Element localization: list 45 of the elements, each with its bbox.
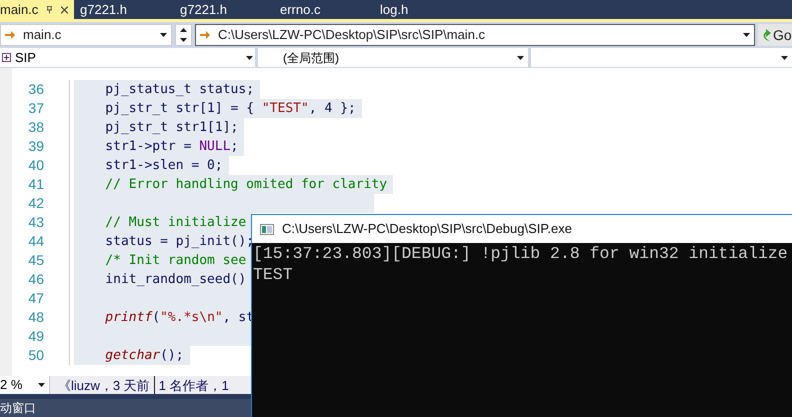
line-number: 39: [27, 137, 44, 156]
project-dropdown[interactable]: SIP: [0, 48, 255, 67]
file-dropdown[interactable]: main.c: [0, 24, 172, 46]
close-icon[interactable]: [61, 6, 68, 14]
file-tab[interactable]: log.h: [374, 0, 474, 19]
go-button[interactable]: Go: [758, 24, 792, 46]
line-number: 41: [27, 175, 44, 194]
line-number: 37: [27, 99, 44, 118]
scope-dropdown[interactable]: (全局范围): [258, 48, 528, 67]
dropdown-caret-icon: [38, 383, 45, 387]
spin-buttons[interactable]: [175, 24, 192, 46]
line-number: 48: [27, 308, 44, 327]
pin-icon[interactable]: [46, 5, 54, 14]
line-number: 45: [27, 251, 44, 270]
path-dropdown[interactable]: C:\Users\LZW-PC\Desktop\SIP\src\SIP\main.c: [195, 24, 755, 46]
line-number: 49: [27, 327, 44, 346]
dropdown-caret-icon: [160, 33, 167, 37]
line-number: 46: [27, 270, 44, 289]
line-number: 42: [27, 194, 44, 213]
line-number: 44: [27, 232, 44, 251]
console-title: C:\Users\LZW-PC\Desktop\SIP\src\Debug\SIP.exe: [282, 220, 572, 238]
dropdown-caret-icon: [246, 56, 253, 60]
down-caret-icon[interactable]: [180, 38, 187, 42]
line-number: 43: [27, 213, 44, 232]
author-count[interactable]: 1 名作者，1: [154, 376, 229, 394]
project-icon: [2, 53, 11, 62]
line-number: 40: [27, 156, 44, 175]
file-tab[interactable]: g7221.h: [74, 0, 174, 19]
zoom-dropdown[interactable]: 2 %: [0, 376, 50, 394]
line-number: 38: [27, 118, 44, 137]
file-tab[interactable]: g7221.h: [174, 0, 274, 19]
panel-tab[interactable]: 动窗口: [0, 399, 36, 417]
console-app-icon: [260, 224, 274, 234]
up-caret-icon[interactable]: [180, 28, 187, 32]
dropdown-caret-icon: [743, 33, 750, 37]
dropdown-caret-icon: [781, 56, 788, 60]
file-tab[interactable]: main.c: [0, 0, 74, 19]
arrow-icon: [200, 31, 210, 39]
arrow-icon: [5, 31, 15, 39]
line-number: 36: [27, 80, 44, 99]
line-number: 47: [27, 289, 44, 308]
dropdown-caret-icon: [517, 56, 524, 60]
console-output-line: TEST: [253, 264, 294, 285]
line-number: 50: [27, 346, 44, 365]
file-tab[interactable]: errno.c: [274, 0, 374, 19]
